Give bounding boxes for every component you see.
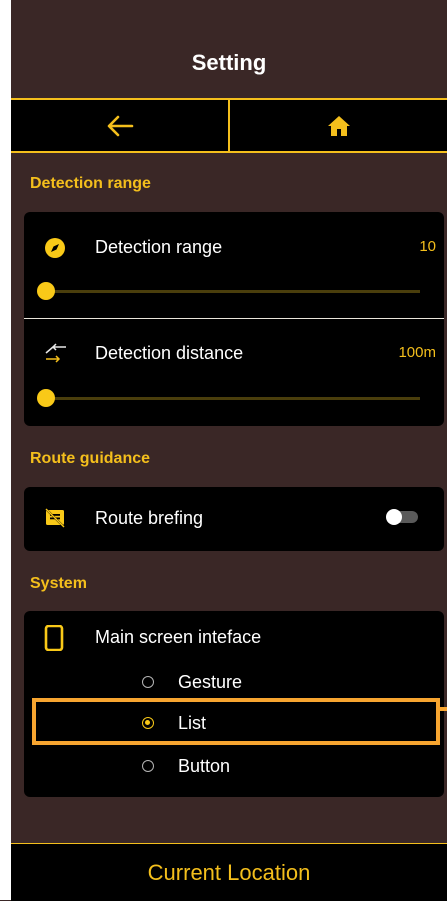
radio-label: List (178, 713, 207, 733)
radio-label: Button (178, 756, 231, 776)
detection-distance-value: 100m (398, 344, 436, 361)
compass-icon (44, 237, 66, 264)
detection-distance-label: Detection distance (95, 343, 244, 363)
detection-range-slider-thumb[interactable] (37, 282, 55, 300)
detection-range-value: 10 (419, 238, 436, 255)
nav-bar (11, 98, 447, 153)
phone-icon (44, 624, 64, 656)
speaker-notes-off-icon (44, 507, 66, 534)
radio-icon (142, 760, 154, 772)
detection-range-label: Detection range (95, 237, 223, 257)
radio-checked-icon (142, 717, 154, 729)
route-briefing-label: Route brefing (95, 508, 204, 528)
arrows-crossing-icon (44, 342, 68, 369)
section-title-detection: Detection range (30, 175, 151, 192)
section-title-route: Route guidance (30, 450, 151, 467)
radio-label: Gesture (178, 672, 243, 692)
row-divider (24, 318, 444, 319)
detection-range-slider-track[interactable] (46, 290, 420, 293)
back-button[interactable] (11, 100, 228, 151)
radio-option-button[interactable]: Button (24, 751, 444, 783)
radio-option-list[interactable]: List (24, 708, 444, 740)
radio-option-gesture[interactable]: Gesture (24, 667, 444, 699)
section-title-system: System (30, 575, 87, 592)
arrow-left-icon (107, 115, 133, 136)
route-card: Route brefing (24, 487, 444, 551)
system-card: Main screen inteface Gesture List Button (24, 611, 444, 797)
home-button[interactable] (228, 100, 447, 151)
main-screen-label: Main screen inteface (95, 627, 262, 647)
left-edge-strip (0, 0, 11, 900)
page-title: Setting (191, 50, 267, 75)
detection-distance-slider-track[interactable] (46, 397, 420, 400)
detection-card: Detection range 10 Detection distance 10… (24, 212, 444, 426)
focus-highlight-tick (438, 707, 447, 711)
route-briefing-toggle[interactable] (386, 505, 422, 529)
detection-distance-slider-thumb[interactable] (37, 389, 55, 407)
home-icon (327, 115, 350, 136)
radio-icon (142, 676, 154, 688)
toggle-thumb (386, 509, 402, 525)
current-location-button[interactable]: Current Location (11, 843, 447, 901)
app-frame: Setting Detection range Detection range … (0, 0, 447, 901)
